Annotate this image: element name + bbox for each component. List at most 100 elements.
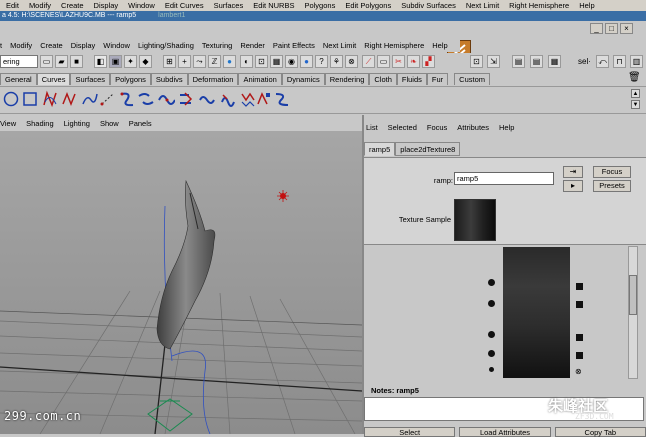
ae-menu-list[interactable]: List bbox=[364, 122, 383, 134]
menu-next-limit[interactable]: Next Limit bbox=[461, 0, 504, 11]
ramp-name-field[interactable]: ramp5 bbox=[454, 172, 554, 185]
menu-modify[interactable]: Modify bbox=[24, 0, 56, 11]
shelf-scroll-down[interactable]: ▼ bbox=[631, 100, 640, 109]
menu-display-2[interactable]: Display bbox=[67, 40, 100, 52]
minimize-button[interactable]: _ bbox=[590, 22, 603, 34]
open-close-curves-icon[interactable] bbox=[177, 90, 195, 108]
select-object-icon[interactable]: ▣ bbox=[109, 55, 122, 68]
render-view-icon[interactable]: ◐ bbox=[240, 55, 253, 68]
shelf-tab-animation[interactable]: Animation bbox=[238, 73, 282, 85]
menu-paint-effects[interactable]: Paint Effects bbox=[269, 40, 319, 52]
clapper-2-icon[interactable]: ▤ bbox=[530, 55, 543, 68]
menu-create[interactable]: Create bbox=[56, 0, 89, 11]
vp-menu-view[interactable]: View bbox=[0, 118, 21, 130]
rebuild-curve-icon[interactable] bbox=[255, 90, 273, 108]
outliner-icon[interactable]: ⊗ bbox=[345, 55, 358, 68]
delete-shelf-icon[interactable]: 🗑 bbox=[628, 72, 641, 83]
menu-texturing[interactable]: Texturing bbox=[198, 40, 236, 52]
menu-edit-nurbs[interactable]: Edit NURBS bbox=[248, 0, 299, 11]
menu-edit-curves[interactable]: Edit Curves bbox=[160, 0, 209, 11]
shelf-tab-rendering[interactable]: Rendering bbox=[324, 73, 370, 85]
menu-create-2[interactable]: Create bbox=[36, 40, 67, 52]
ae-menu-help[interactable]: Help bbox=[494, 122, 519, 134]
input-connection-button[interactable]: ⇥ bbox=[563, 166, 583, 178]
menu-next-limit-2[interactable]: Next Limit bbox=[319, 40, 360, 52]
shelf-tab-surfaces[interactable]: Surfaces bbox=[70, 73, 111, 85]
perspective-viewport[interactable] bbox=[0, 131, 362, 434]
menu-edit-polygons[interactable]: Edit Polygons bbox=[340, 0, 396, 11]
menu-right-hemisphere-2[interactable]: Right Hemisphere bbox=[360, 40, 428, 52]
shelf-tab-fluids[interactable]: Fluids bbox=[396, 73, 427, 85]
pencil-curve-icon[interactable] bbox=[81, 90, 99, 108]
menu-right-hemisphere[interactable]: Right Hemisphere bbox=[504, 0, 574, 11]
menu-subdiv-surfaces[interactable]: Subdiv Surfaces bbox=[396, 0, 461, 11]
snap-point-icon[interactable]: ⤳ bbox=[193, 55, 206, 68]
lasso-icon[interactable]: ⤺ bbox=[596, 55, 609, 68]
snap-view-icon[interactable]: ℤ bbox=[208, 55, 221, 68]
close-button[interactable]: × bbox=[620, 22, 633, 34]
cv-curve-icon[interactable] bbox=[42, 90, 60, 108]
uv-editor-icon[interactable]: ▞ bbox=[422, 55, 435, 68]
list-icon[interactable]: ▥ bbox=[630, 55, 643, 68]
shelf-tab-custom[interactable]: Custom bbox=[454, 73, 490, 85]
insert-knot-icon[interactable] bbox=[198, 90, 216, 108]
square-icon[interactable] bbox=[21, 90, 39, 108]
presets-button[interactable]: Presets bbox=[593, 180, 631, 192]
menu-render[interactable]: Render bbox=[236, 40, 269, 52]
ae-menu-focus[interactable]: Focus bbox=[422, 122, 452, 134]
menu-polygons[interactable]: Polygons bbox=[299, 0, 340, 11]
sphere-icon[interactable]: ● bbox=[300, 55, 313, 68]
shelf-tab-general[interactable]: General bbox=[0, 73, 37, 85]
focus-button[interactable]: Focus bbox=[593, 166, 631, 178]
film-icon[interactable]: ▦ bbox=[548, 55, 561, 68]
shelf-tab-fur[interactable]: Fur bbox=[426, 73, 449, 85]
ramp-color-handle[interactable] bbox=[488, 279, 495, 286]
tab-ramp5[interactable]: ramp5 bbox=[364, 142, 396, 156]
menu-edit[interactable]: Edit bbox=[0, 0, 24, 11]
extend-curves-icon[interactable] bbox=[220, 90, 238, 108]
reverse-curve-icon[interactable] bbox=[273, 90, 291, 108]
render-settings-icon[interactable]: ◉ bbox=[285, 55, 298, 68]
clapper-icon[interactable]: ▤ bbox=[512, 55, 525, 68]
select-hierarchy-icon[interactable]: ◧ bbox=[94, 55, 107, 68]
help-icon[interactable]: ? bbox=[315, 55, 328, 68]
align-curves-icon[interactable] bbox=[157, 90, 175, 108]
hypershade-icon[interactable]: ⚘ bbox=[330, 55, 343, 68]
magnet-icon[interactable]: ⊓ bbox=[613, 55, 626, 68]
tab-place2dtexture8[interactable]: place2dTexture8 bbox=[395, 142, 461, 156]
shelf-tab-deformation[interactable]: Deformation bbox=[187, 73, 239, 85]
ramp-color-handle[interactable] bbox=[488, 350, 495, 357]
construction-history-icon[interactable]: ● bbox=[223, 55, 236, 68]
save-scene-icon[interactable]: ■ bbox=[70, 55, 83, 68]
ae-menu-selected[interactable]: Selected bbox=[383, 122, 422, 134]
vp-menu-shading[interactable]: Shading bbox=[21, 118, 59, 130]
new-scene-icon[interactable]: ▭ bbox=[40, 55, 53, 68]
menu-window-2[interactable]: Window bbox=[99, 40, 134, 52]
vp-menu-panels[interactable]: Panels bbox=[124, 118, 157, 130]
open-scene-icon[interactable]: ▰ bbox=[55, 55, 68, 68]
shelf-tab-polygons[interactable]: Polygons bbox=[110, 73, 151, 85]
channel-box-icon[interactable]: ⇲ bbox=[487, 55, 500, 68]
ramp-delete-handle[interactable] bbox=[576, 352, 583, 359]
paint-icon[interactable]: ⟋ bbox=[362, 55, 375, 68]
mask-icon[interactable]: ◆ bbox=[139, 55, 152, 68]
ramp-delete-handle[interactable] bbox=[576, 283, 583, 290]
ramp-gradient[interactable] bbox=[503, 247, 570, 378]
attribute-editor-icon[interactable]: ⊡ bbox=[470, 55, 483, 68]
ramp-color-handle[interactable] bbox=[488, 331, 495, 338]
menu-surfaces[interactable]: Surfaces bbox=[209, 0, 249, 11]
detach-curves-icon[interactable] bbox=[137, 90, 155, 108]
select-component-icon[interactable]: ✦ bbox=[124, 55, 137, 68]
snap-curve-icon[interactable]: + bbox=[178, 55, 191, 68]
output-connection-button[interactable]: ▸ bbox=[563, 180, 583, 192]
shelf-tab-dynamics[interactable]: Dynamics bbox=[281, 73, 325, 85]
shelf-tab-curves[interactable]: Curves bbox=[36, 73, 71, 85]
shelf-tab-cloth[interactable]: Cloth bbox=[369, 73, 397, 85]
mode-dropdown[interactable]: ering bbox=[0, 55, 38, 68]
load-attributes-button[interactable]: Load Attributes bbox=[459, 427, 551, 437]
menu-window[interactable]: Window bbox=[123, 0, 160, 11]
menu-lighting-shading[interactable]: Lighting/Shading bbox=[134, 40, 198, 52]
circle-icon[interactable] bbox=[2, 90, 20, 108]
attach-curves-icon[interactable] bbox=[118, 90, 136, 108]
vp-menu-lighting[interactable]: Lighting bbox=[59, 118, 95, 130]
